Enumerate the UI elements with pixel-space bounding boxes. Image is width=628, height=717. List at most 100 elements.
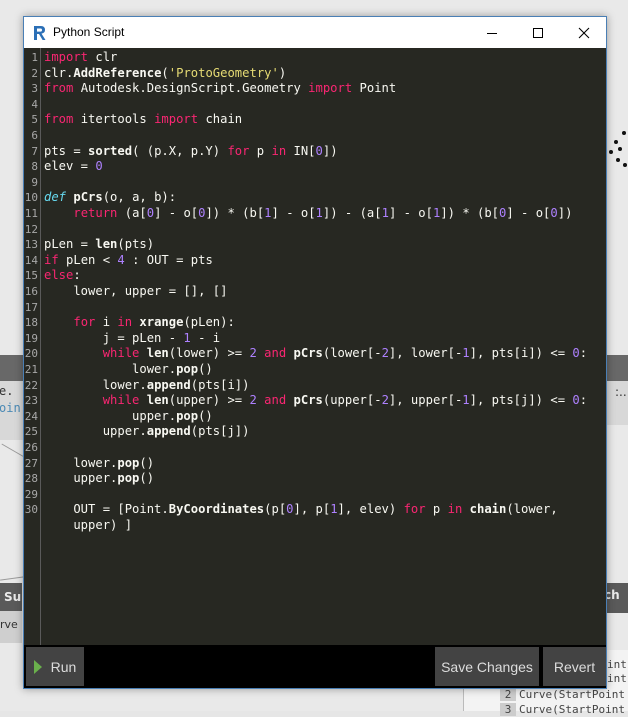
code-line[interactable]: j = pLen - 1 - i [44, 331, 220, 347]
code-text: ] - o[ [506, 206, 551, 220]
revert-button[interactable]: Revert [543, 647, 606, 686]
code-text: lower, upper = [], [] [44, 284, 228, 298]
background-node-right[interactable]: :.. [607, 355, 628, 425]
code-text: p [425, 502, 448, 517]
point-marker [618, 147, 622, 151]
code-line[interactable]: from Autodesk.DesignScript.Geometry impo… [44, 81, 396, 97]
code-text: ]) * (b[ [440, 206, 500, 220]
list-item: 3 Curve(StartPoint [464, 703, 628, 717]
line-number: 3 [31, 82, 38, 96]
code-line[interactable]: import clr [44, 50, 117, 66]
line-number: 8 [31, 160, 38, 174]
code-line[interactable]: upper.pop() [44, 471, 154, 487]
code-text: OUT = [Point. [44, 502, 169, 517]
point-marker [622, 131, 626, 135]
code-line[interactable]: pts = sorted( (p.X, p.Y) for p in IN[0]) [44, 144, 338, 160]
code-keyword: for [73, 315, 96, 330]
code-text: upper) ] [44, 518, 133, 532]
code-line[interactable]: while len(lower) >= 2 and pCrs(lower[-2]… [44, 346, 587, 362]
run-button[interactable]: Run [26, 647, 84, 686]
line-number: 5 [31, 113, 38, 127]
minimize-icon [487, 32, 497, 34]
play-icon [33, 659, 42, 674]
code-line[interactable]: OUT = [Point.ByCoordinates(p[0], p[1], e… [44, 502, 557, 518]
maximize-button[interactable] [515, 17, 561, 48]
title-bar[interactable]: Python Script [24, 17, 606, 48]
code-keyword: for [227, 143, 250, 158]
code-text: () [139, 471, 155, 486]
line-number: 1 [31, 51, 38, 64]
line-number: 4 [31, 97, 38, 111]
code-text: ]) * (b[ [205, 206, 265, 220]
code-line[interactable]: else: [44, 268, 81, 284]
code-text: itertools [73, 112, 155, 127]
code-number: 0 [572, 393, 580, 408]
background-node-text: e. [0, 384, 14, 398]
code-text: chain [198, 112, 243, 127]
dynamo-icon [34, 26, 46, 40]
code-line[interactable]: lower.pop() [44, 362, 213, 378]
code-text: pts = [44, 143, 89, 158]
code-number: 1 [183, 330, 191, 345]
line-number: 13 [24, 238, 38, 252]
save-changes-button[interactable]: Save Changes [435, 647, 539, 686]
code-text: j = pLen - [44, 330, 184, 345]
line-number: 14 [24, 253, 38, 267]
line-number: 12 [24, 222, 38, 236]
background-node-title: Su [4, 590, 22, 604]
line-number: 11 [24, 207, 38, 220]
code-editor[interactable]: 1 2 3 4 5 6 7 8 9 10 11 12 13 14 15 16 17 18 19 20 21 22 23 24 2… [24, 48, 606, 645]
background-node-text: :.. [615, 385, 627, 399]
code-keyword: in [117, 315, 133, 330]
code-line[interactable]: if pLen < 4 : OUT = pts [44, 253, 213, 269]
code-text: Autodesk.DesignScript.Geometry [73, 81, 309, 96]
code-function-name: pop [117, 471, 140, 486]
code-line[interactable]: lower, upper = [], [] [44, 284, 227, 300]
code-text: - i [190, 330, 221, 345]
line-number: 19 [24, 331, 38, 345]
code-function-name: append [146, 377, 191, 392]
list-item: 2 Curve(StartPoint [464, 688, 628, 702]
code-text: pLen = [44, 237, 96, 252]
code-text: (lower) >= [168, 346, 250, 361]
code-text: i [95, 315, 118, 330]
code-text: ], pts[j]) <= [469, 393, 573, 408]
code-line[interactable]: while len(upper) >= 2 and pCrs(upper[-2]… [44, 393, 587, 409]
code-line[interactable]: return (a[0] - o[0]) * (b[1] - o[1]) - (… [44, 206, 572, 222]
minimize-button[interactable] [469, 17, 515, 48]
code-text: () [139, 455, 155, 470]
line-number: 7 [31, 144, 38, 158]
line-number: 9 [31, 175, 38, 189]
code-number: 1 [462, 346, 470, 361]
line-number: 23 [24, 394, 38, 408]
code-line[interactable]: def pCrs(o, a, b): [44, 190, 176, 206]
close-button[interactable] [561, 17, 607, 48]
code-line[interactable]: clr.AddReference('ProtoGeometry') [44, 66, 286, 82]
code-line[interactable]: from itertools import chain [44, 112, 242, 128]
code-keyword: while [102, 346, 140, 361]
code-def-keyword: def [44, 190, 67, 205]
code-text: elev = [44, 159, 96, 174]
code-text: (pts[i]) [190, 377, 250, 392]
code-function-name: pCrs [73, 190, 103, 205]
code-line[interactable]: for i in xrange(pLen): [44, 315, 234, 331]
line-number: 16 [24, 285, 38, 298]
code-text: (o, a, b): [102, 190, 177, 205]
code-line[interactable]: lower.append(pts[i]) [44, 377, 250, 394]
code-number: 0 [572, 346, 580, 361]
code-line[interactable]: upper.pop() [44, 409, 213, 425]
code-line[interactable]: lower.pop() [44, 456, 154, 472]
code-line[interactable]: elev = 0 [44, 159, 103, 175]
code-line[interactable]: upper.append(pts[j]) [44, 424, 250, 440]
python-script-window: Python Script 1 2 3 4 5 6 7 8 9 10 11 12 13 14 15 16 17 1… [23, 16, 607, 689]
code-function-name: len [95, 237, 118, 252]
code-line[interactable]: upper) ] [44, 518, 132, 534]
code-line[interactable]: pLen = len(pts) [44, 237, 154, 253]
code-function-name: len [146, 346, 169, 361]
code-text: (upper[- [322, 393, 382, 408]
